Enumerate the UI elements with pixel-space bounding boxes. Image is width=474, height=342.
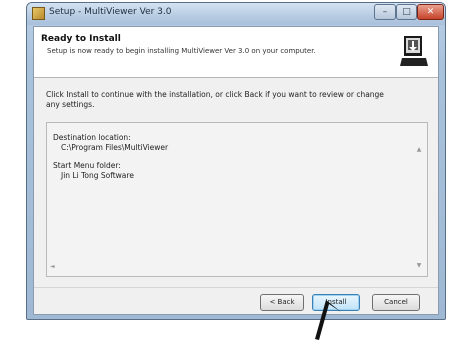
- start-menu-group: Start Menu folder: Jin Li Tong Software: [53, 161, 168, 181]
- title-bar[interactable]: Setup - MultiViewer Ver 3.0 – □ ✕: [27, 3, 445, 25]
- close-button[interactable]: ✕: [417, 4, 444, 20]
- destination-group: Destination location: C:\Program Files\M…: [53, 133, 168, 153]
- screen: Setup - MultiViewer Ver 3.0 – □ ✕ Ready …: [0, 0, 474, 342]
- close-icon: ✕: [426, 7, 435, 17]
- scroll-down-icon[interactable]: ▼: [413, 260, 425, 272]
- maximize-button[interactable]: □: [396, 4, 417, 20]
- scroll-left-icon[interactable]: ◄: [50, 263, 55, 270]
- installer-icon: [32, 7, 45, 20]
- memo-content: Destination location: C:\Program Files\M…: [53, 133, 168, 189]
- back-button[interactable]: < Back: [260, 294, 304, 311]
- footer-divider: [34, 287, 438, 288]
- memo-scrollbar[interactable]: ▲ ▼: [411, 124, 427, 275]
- destination-label: Destination location:: [53, 133, 131, 142]
- computer-install-icon: [398, 32, 430, 70]
- ready-memo[interactable]: Destination location: C:\Program Files\M…: [46, 122, 428, 277]
- start-menu-label: Start Menu folder:: [53, 161, 121, 170]
- install-button[interactable]: Install: [312, 294, 360, 311]
- scroll-up-icon[interactable]: ▲: [413, 144, 425, 156]
- window-title: Setup - MultiViewer Ver 3.0: [49, 7, 172, 17]
- intro-text: Click Install to continue with the insta…: [46, 90, 384, 109]
- destination-value: C:\Program Files\MultiViewer: [61, 143, 169, 152]
- setup-window: Setup - MultiViewer Ver 3.0 – □ ✕ Ready …: [26, 2, 446, 320]
- start-menu-value: Jin Li Tong Software: [61, 171, 134, 180]
- cancel-button[interactable]: Cancel: [372, 294, 420, 311]
- maximize-icon: □: [402, 7, 411, 17]
- minimize-button[interactable]: –: [374, 4, 396, 20]
- wizard-header: Ready to Install Setup is now ready to b…: [34, 27, 438, 78]
- intro-section: Click Install to continue with the insta…: [46, 90, 428, 110]
- page-title: Ready to Install: [41, 34, 121, 44]
- page-subtitle: Setup is now ready to begin installing M…: [47, 47, 316, 55]
- wizard-page: Ready to Install Setup is now ready to b…: [33, 26, 439, 315]
- minimize-icon: –: [382, 7, 388, 17]
